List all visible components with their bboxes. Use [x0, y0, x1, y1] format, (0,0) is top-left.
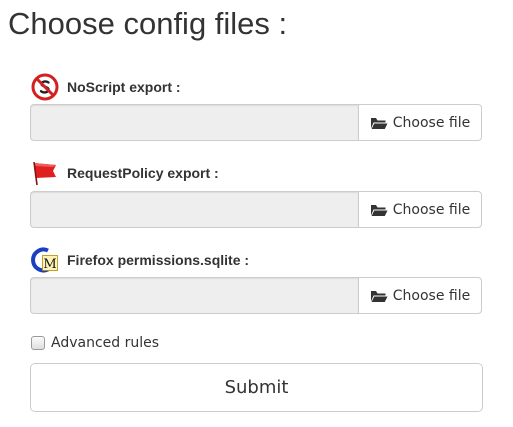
- choose-file-label: Choose file: [392, 201, 471, 218]
- requestpolicy-label: RequestPolicy export :: [67, 165, 219, 181]
- noscript-label: NoScript export :: [67, 79, 181, 95]
- folder-open-icon: [370, 116, 388, 130]
- noscript-choose-file-button[interactable]: Choose file: [358, 104, 482, 141]
- config-page: Choose config files : NoScript export : …: [0, 0, 513, 427]
- requestpolicy-choose-file-button[interactable]: Choose file: [358, 191, 482, 228]
- noscript-file-group: Choose file: [30, 104, 482, 141]
- folder-open-icon: [370, 289, 388, 303]
- permissions-label: Firefox permissions.sqlite :: [67, 252, 250, 268]
- submit-button[interactable]: Submit: [30, 363, 483, 412]
- requestpolicy-file-path-input[interactable]: [30, 191, 358, 228]
- permissions-file-path-input[interactable]: [30, 277, 358, 314]
- choose-file-label: Choose file: [392, 114, 471, 131]
- page-title: Choose config files :: [8, 6, 288, 41]
- svg-text:M: M: [43, 257, 56, 272]
- noscript-icon: [31, 73, 59, 101]
- noscript-file-path-input[interactable]: [30, 104, 358, 141]
- advanced-rules-row: Advanced rules: [31, 334, 159, 352]
- permissions-label-row: M Firefox permissions.sqlite :: [31, 246, 249, 274]
- requestpolicy-file-group: Choose file: [30, 191, 482, 228]
- noscript-label-row: NoScript export :: [31, 73, 181, 101]
- requestpolicy-label-row: RequestPolicy export :: [31, 159, 219, 187]
- permissions-choose-file-button[interactable]: Choose file: [358, 277, 482, 314]
- cm-permissions-icon: M: [31, 246, 59, 274]
- folder-open-icon: [370, 203, 388, 217]
- choose-file-label: Choose file: [392, 287, 471, 304]
- advanced-rules-checkbox[interactable]: [31, 336, 45, 350]
- permissions-file-group: Choose file: [30, 277, 482, 314]
- advanced-rules-label[interactable]: Advanced rules: [51, 335, 159, 351]
- requestpolicy-flag-icon: [31, 159, 59, 187]
